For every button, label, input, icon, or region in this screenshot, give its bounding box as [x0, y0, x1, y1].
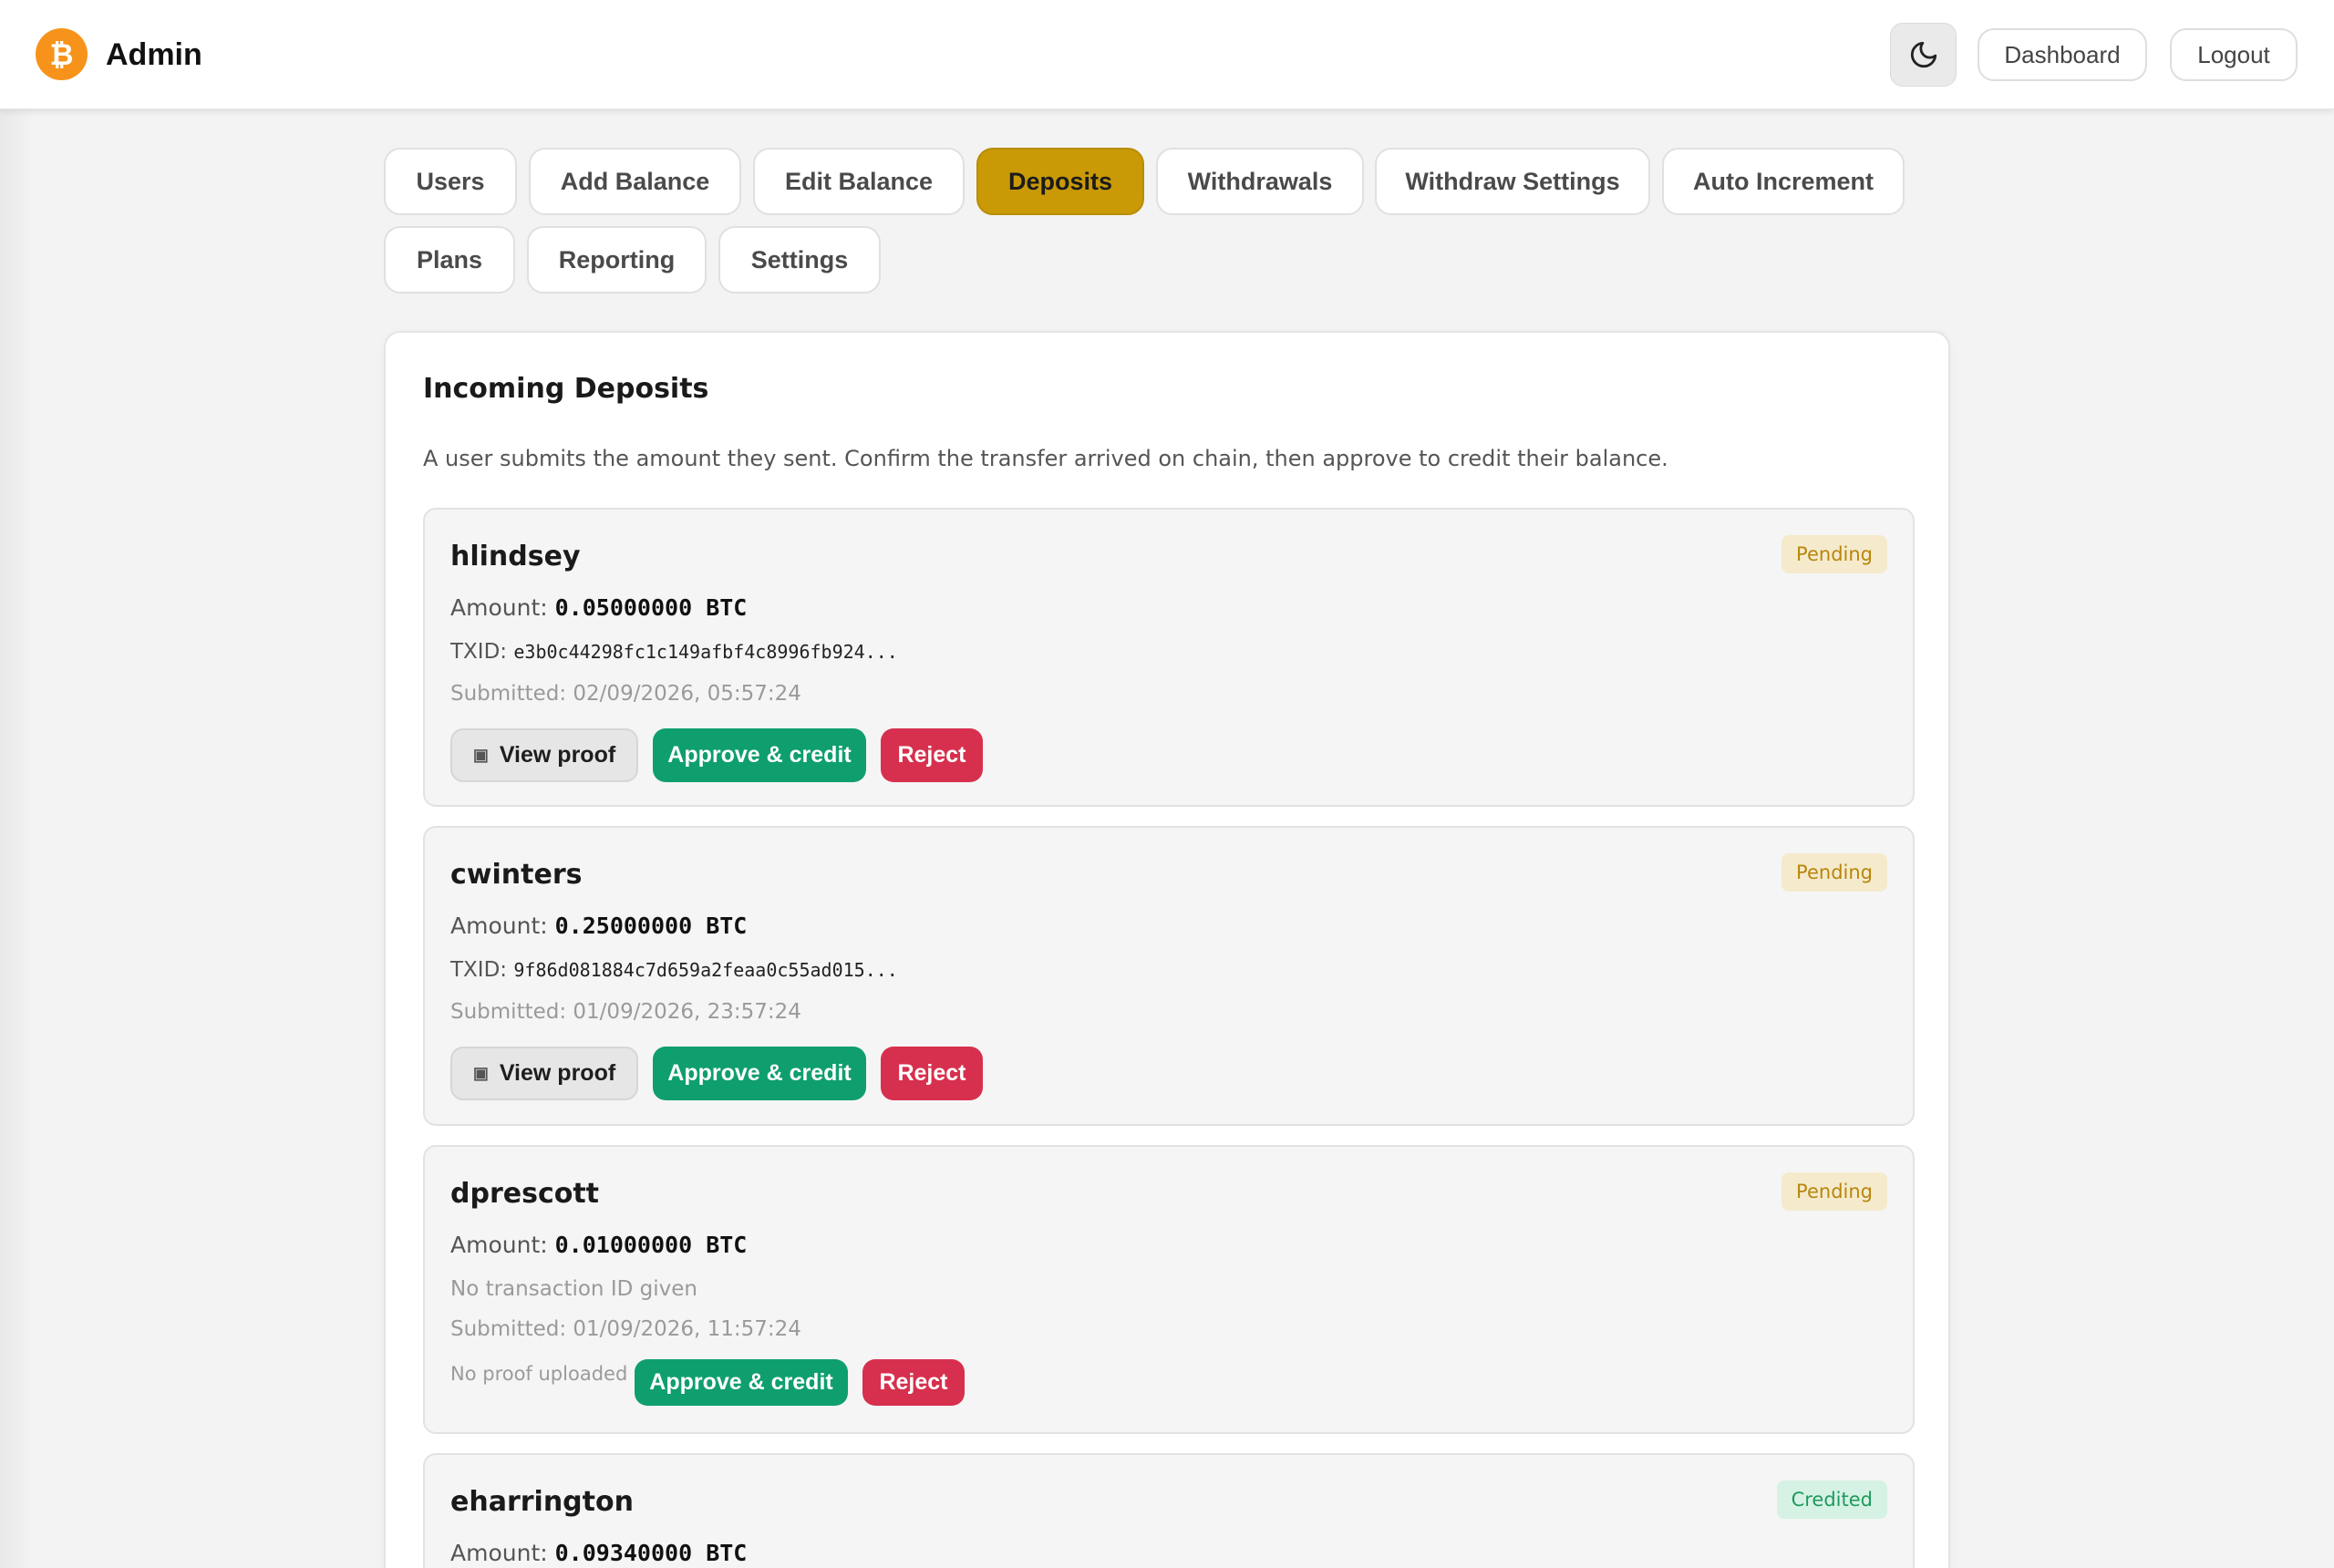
- bitcoin-symbol: ₿: [49, 36, 74, 72]
- deposit-txid: TXID: 9f86d081884c7d659a2feaa0c55ad015..…: [450, 958, 898, 982]
- moon-icon: [1910, 41, 1936, 68]
- amount-value: 0.09340000 BTC: [554, 1540, 748, 1566]
- status-badge: Pending: [1781, 853, 1887, 892]
- camera-icon: ▣: [472, 1064, 489, 1082]
- theme-toggle-button[interactable]: [1890, 23, 1957, 87]
- tab-add-balance[interactable]: Add Balance: [529, 148, 741, 215]
- submitted-time: Submitted: 01/09/2026, 11:57:24: [450, 1317, 801, 1341]
- deposit-amount: Amount: 0.25000000 BTC: [450, 913, 747, 939]
- amount-label: Amount:: [450, 1232, 548, 1258]
- tab-edit-balance[interactable]: Edit Balance: [753, 148, 965, 215]
- status-badge: Pending: [1781, 535, 1887, 573]
- app-title: Admin: [106, 37, 202, 72]
- deposit-username: hlindsey: [450, 541, 581, 573]
- amount-value: 0.25000000 BTC: [554, 913, 748, 939]
- tab-plans[interactable]: Plans: [384, 226, 515, 294]
- submitted-time: Submitted: 02/09/2026, 05:57:24: [450, 682, 801, 706]
- no-proof-note: No proof uploaded: [450, 1363, 628, 1385]
- reject-button[interactable]: Reject: [881, 728, 983, 782]
- view-proof-button[interactable]: ▣ View proof: [450, 728, 638, 782]
- tab-users[interactable]: Users: [384, 148, 517, 215]
- txid-value: e3b0c44298fc1c149afbf4c8996fb924...: [513, 641, 898, 663]
- deposit-card: eharrington Credited Amount: 0.09340000 …: [423, 1453, 1915, 1568]
- status-badge: Pending: [1781, 1172, 1887, 1211]
- tab-withdrawals[interactable]: Withdrawals: [1156, 148, 1364, 215]
- deposit-card: cwinters Pending Amount: 0.25000000 BTC …: [423, 826, 1915, 1126]
- txid-label: TXID:: [450, 958, 508, 982]
- deposit-txid: TXID: e3b0c44298fc1c149afbf4c8996fb924..…: [450, 640, 898, 664]
- deposit-card: hlindsey Pending Amount: 0.05000000 BTC …: [423, 508, 1915, 807]
- deposit-username: dprescott: [450, 1178, 600, 1210]
- view-proof-button[interactable]: ▣ View proof: [450, 1047, 638, 1100]
- deposit-username: cwinters: [450, 859, 583, 891]
- panel-title: Incoming Deposits: [423, 373, 709, 405]
- view-proof-label: View proof: [499, 742, 616, 768]
- tab-reporting[interactable]: Reporting: [527, 226, 707, 294]
- tab-deposits[interactable]: Deposits: [976, 148, 1144, 215]
- approve-credit-button[interactable]: Approve & credit: [653, 1047, 866, 1100]
- deposit-card: dprescott Pending Amount: 0.01000000 BTC…: [423, 1145, 1915, 1434]
- deposit-amount: Amount: 0.01000000 BTC: [450, 1232, 747, 1258]
- txid-value: 9f86d081884c7d659a2feaa0c55ad015...: [513, 959, 898, 981]
- page-edge-shade: [0, 0, 33, 1568]
- no-txid-note: No transaction ID given: [450, 1277, 697, 1301]
- amount-label: Amount:: [450, 913, 548, 939]
- view-proof-label: View proof: [499, 1060, 616, 1086]
- deposits-panel: Incoming Deposits A user submits the amo…: [384, 331, 1950, 1568]
- amount-label: Amount:: [450, 594, 548, 621]
- txid-label: TXID:: [450, 640, 508, 664]
- panel-description: A user submits the amount they sent. Con…: [423, 446, 1668, 471]
- amount-value: 0.05000000 BTC: [554, 594, 748, 621]
- approve-credit-button[interactable]: Approve & credit: [635, 1359, 848, 1406]
- deposit-amount: Amount: 0.05000000 BTC: [450, 594, 747, 621]
- amount-value: 0.01000000 BTC: [554, 1232, 748, 1258]
- deposit-username: eharrington: [450, 1486, 634, 1518]
- camera-icon: ▣: [472, 746, 489, 764]
- tab-withdraw-settings[interactable]: Withdraw Settings: [1375, 148, 1650, 215]
- tab-auto-increment[interactable]: Auto Increment: [1662, 148, 1905, 215]
- amount-label: Amount:: [450, 1540, 548, 1566]
- reject-button[interactable]: Reject: [862, 1359, 965, 1406]
- dashboard-button[interactable]: Dashboard: [1978, 28, 2147, 81]
- status-badge: Credited: [1776, 1480, 1887, 1519]
- submitted-time: Submitted: 01/09/2026, 23:57:24: [450, 1000, 801, 1024]
- top-header: ₿ Admin Dashboard Logout: [0, 0, 2334, 109]
- logout-button[interactable]: Logout: [2170, 28, 2298, 81]
- reject-button[interactable]: Reject: [881, 1047, 983, 1100]
- tab-settings[interactable]: Settings: [718, 226, 881, 294]
- deposit-amount: Amount: 0.09340000 BTC: [450, 1540, 747, 1566]
- bitcoin-logo-icon: ₿: [36, 28, 88, 80]
- approve-credit-button[interactable]: Approve & credit: [653, 728, 866, 782]
